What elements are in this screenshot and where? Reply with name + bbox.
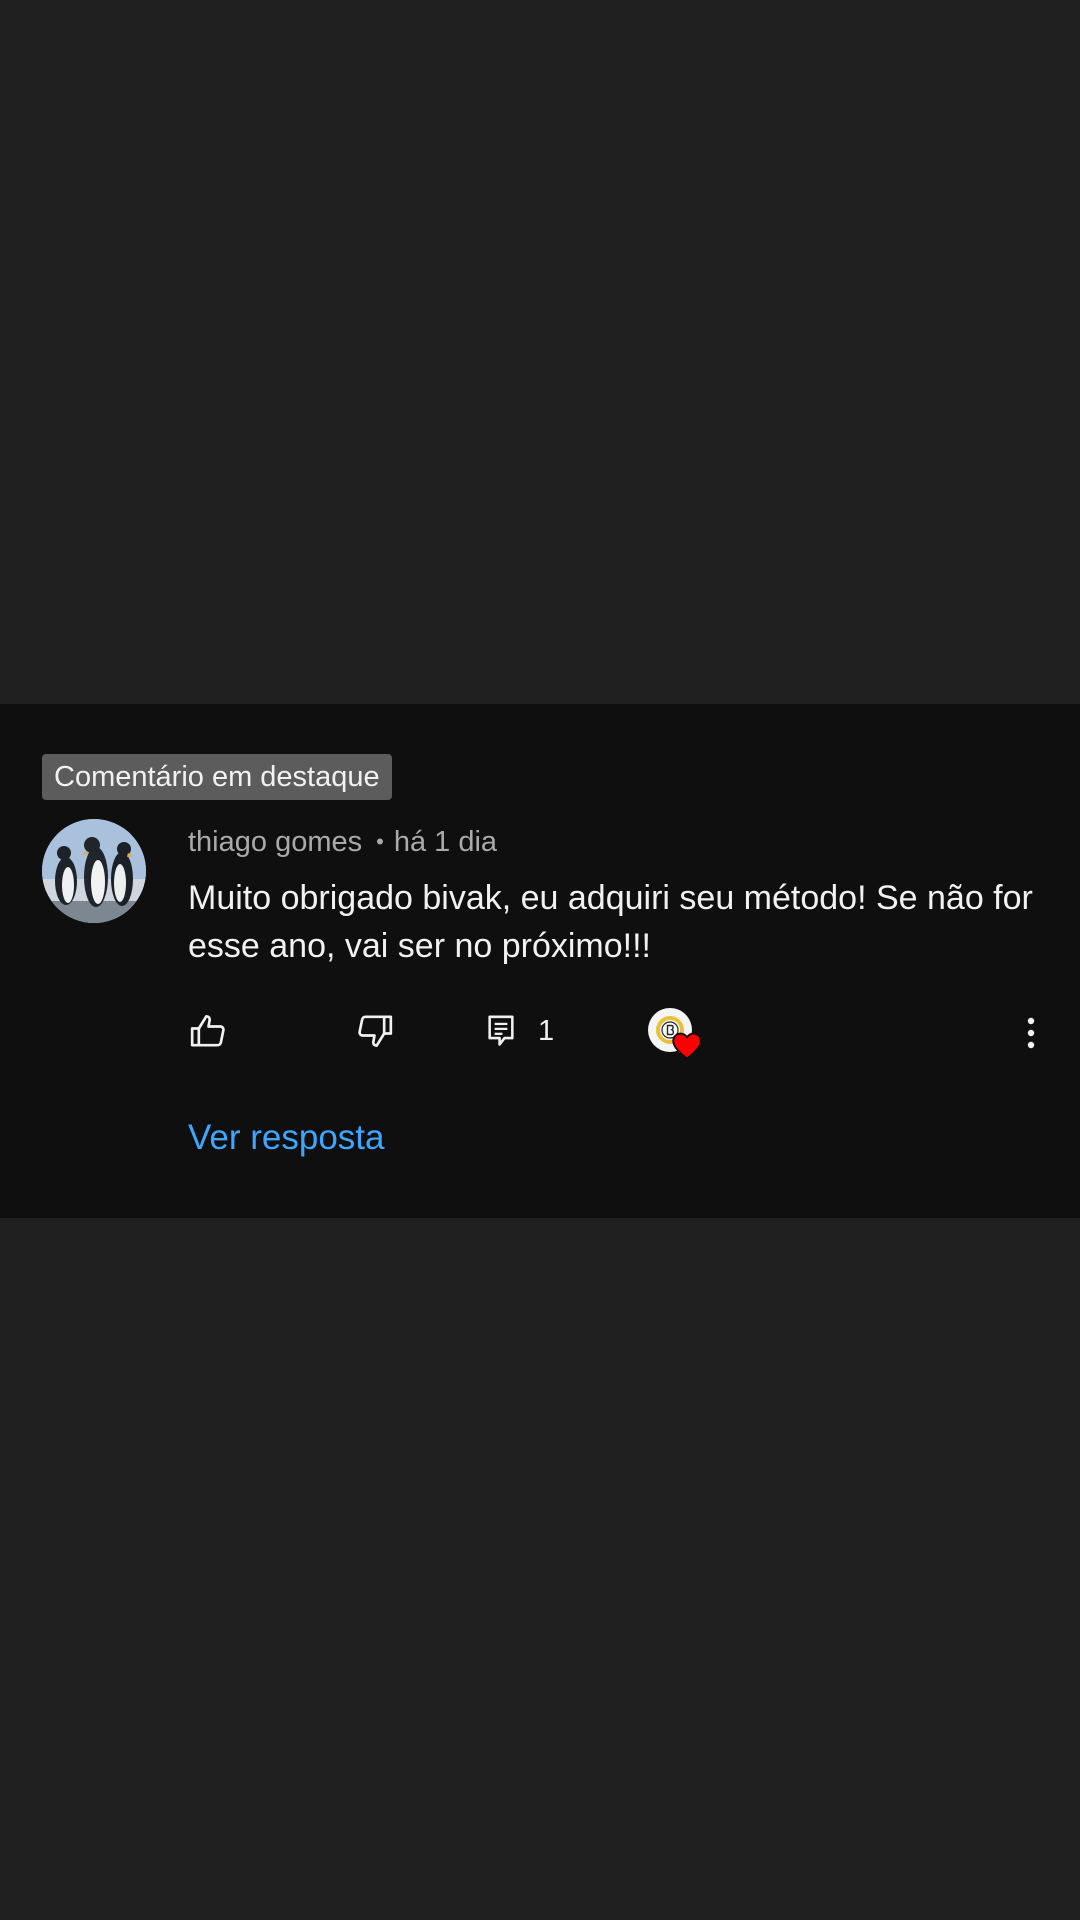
comment-time: há 1 dia bbox=[393, 826, 498, 858]
meta-separator: • bbox=[376, 829, 384, 854]
more-options-button[interactable] bbox=[1016, 1012, 1046, 1056]
reply-comment-icon bbox=[488, 1015, 514, 1046]
thumbs-up-icon bbox=[190, 1015, 225, 1047]
author-name[interactable]: thiago gomes bbox=[188, 826, 362, 858]
more-vertical-icon bbox=[1027, 1017, 1035, 1049]
dislike-button[interactable] bbox=[355, 1006, 395, 1056]
reply-button[interactable]: 1 bbox=[486, 1006, 554, 1056]
comment-meta: thiago gomes • há 1 dia bbox=[188, 822, 497, 862]
creator-heart bbox=[648, 1008, 704, 1064]
view-replies-link[interactable]: Ver resposta bbox=[188, 1118, 385, 1158]
like-button[interactable] bbox=[188, 1006, 228, 1056]
highlighted-comment-badge: Comentário em destaque bbox=[42, 754, 392, 800]
author-avatar[interactable] bbox=[42, 819, 146, 923]
penguins-avatar-image bbox=[42, 819, 146, 923]
heart-icon bbox=[672, 1032, 702, 1060]
reply-count: 1 bbox=[538, 1014, 555, 1047]
app-screen: Comentário em destaque thiago gomes • há… bbox=[0, 0, 1080, 1920]
thumbs-down-icon bbox=[358, 1015, 393, 1047]
comment-text: Muito obrigado bivak, eu adquiri seu mét… bbox=[188, 879, 1033, 965]
highlighted-comment: Comentário em destaque thiago gomes • há… bbox=[0, 704, 1080, 1218]
